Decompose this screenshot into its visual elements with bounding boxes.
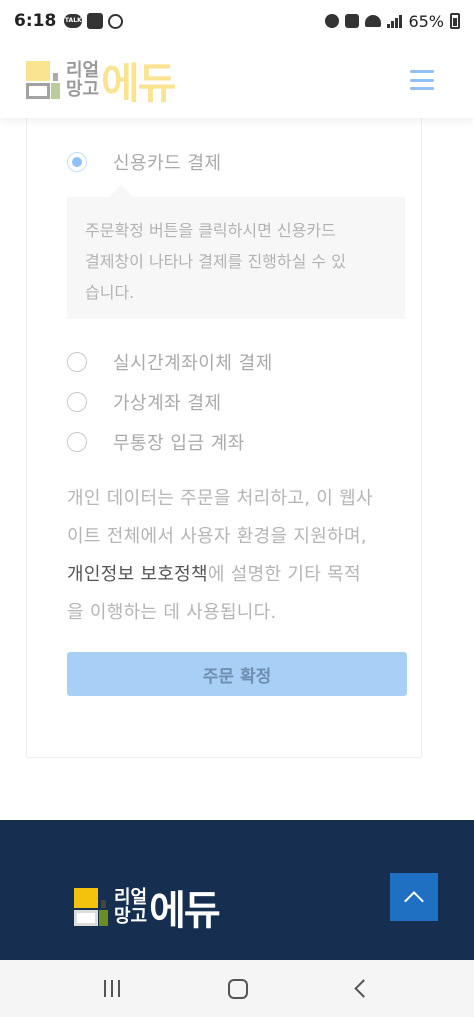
status-bar: 6:18 TALK 65%	[0, 0, 474, 42]
payment-option-label: 신용카드 결제	[113, 153, 222, 174]
site-header: 리얼 망고 에듀	[0, 42, 474, 118]
confirm-order-button[interactable]: 주문 확정	[67, 652, 407, 696]
payment-option-virtual-account[interactable]: 가상계좌 결제	[67, 389, 222, 415]
radio-button[interactable]	[67, 432, 87, 452]
battery-percent: 65%	[408, 11, 444, 31]
system-nav-bar	[0, 960, 474, 1017]
payment-info-box: 주문확정 버튼을 클릭하시면 신용카드 결제창이 나타나 결제를 진행하실 수 …	[67, 197, 405, 319]
back-icon[interactable]	[354, 979, 373, 998]
mute-icon	[345, 14, 360, 28]
info-text-line: 주문확정 버튼을 클릭하시면 신용카드	[85, 221, 336, 240]
privacy-line: 을 이행하는 데 사용됩니다.	[67, 602, 277, 623]
payment-option-bank-deposit[interactable]: 무통장 입금 계좌	[67, 429, 245, 455]
logo-mark-icon	[26, 59, 62, 101]
payment-option-label: 무통장 입금 계좌	[113, 433, 245, 454]
info-box-pointer	[109, 185, 133, 197]
clock: 6:18	[14, 11, 57, 31]
privacy-policy-link[interactable]: 개인정보 보호정책	[67, 564, 208, 585]
privacy-notice: 개인 데이터는 주문을 처리하고, 이 웹사 이트 전체에서 사용자 환경을 지…	[67, 480, 407, 632]
payment-option-label: 가상계좌 결제	[113, 393, 222, 414]
b-app-icon	[108, 13, 124, 29]
alarm-icon	[325, 14, 340, 28]
logo-mark-icon	[74, 886, 110, 928]
logo-big-text: 에듀	[149, 888, 221, 934]
logo-big-text: 에듀	[101, 58, 176, 108]
gallery-icon	[87, 13, 104, 29]
logo-line2: 망고	[114, 906, 148, 927]
info-text-line: 결제창이 나타나 결제를 진행하실 수 있	[85, 252, 346, 271]
privacy-line: 이트 전체에서 사용자 환경을 지원하며,	[67, 526, 367, 547]
privacy-line-rest: 에 설명한 기타 목적	[207, 564, 361, 585]
recent-apps-icon[interactable]	[104, 980, 121, 997]
home-icon[interactable]	[228, 978, 249, 999]
logo-small-text: 리얼 망고	[114, 888, 147, 926]
scroll-to-top-button[interactable]	[390, 873, 438, 921]
kakaotalk-icon: TALK	[64, 14, 83, 28]
privacy-line: 개인 데이터는 주문을 처리하고, 이 웹사	[67, 488, 373, 509]
site-logo[interactable]: 리얼 망고 에듀	[26, 50, 176, 111]
checkout-card: 신용카드 결제 주문확정 버튼을 클릭하시면 신용카드 결제창이 나타나 결제를…	[26, 100, 422, 758]
logo-line1: 리얼	[66, 60, 100, 81]
footer-logo[interactable]: 리얼 망고 에듀	[74, 878, 221, 936]
hamburger-icon[interactable]	[410, 70, 434, 90]
info-text-line: 습니다.	[85, 283, 135, 302]
signal-icon	[387, 14, 403, 28]
radio-button[interactable]	[67, 352, 87, 372]
logo-line2: 망고	[66, 79, 100, 100]
privacy-line: 개인정보 보호정책에 설명한 기타 목적	[67, 556, 407, 594]
logo-small-text: 리얼 망고	[66, 61, 99, 99]
radio-button[interactable]	[67, 392, 87, 412]
chevron-up-icon	[404, 890, 424, 911]
payment-option-label: 실시간계좌이체 결제	[113, 353, 273, 374]
radio-button-checked[interactable]	[67, 152, 87, 172]
battery-icon	[450, 13, 460, 29]
payment-option-credit-card[interactable]: 신용카드 결제	[67, 149, 222, 175]
logo-line1: 리얼	[114, 887, 148, 908]
site-footer: 리얼 망고 에듀	[0, 820, 474, 960]
payment-option-realtime-transfer[interactable]: 실시간계좌이체 결제	[67, 349, 273, 375]
wifi-icon	[365, 15, 382, 27]
